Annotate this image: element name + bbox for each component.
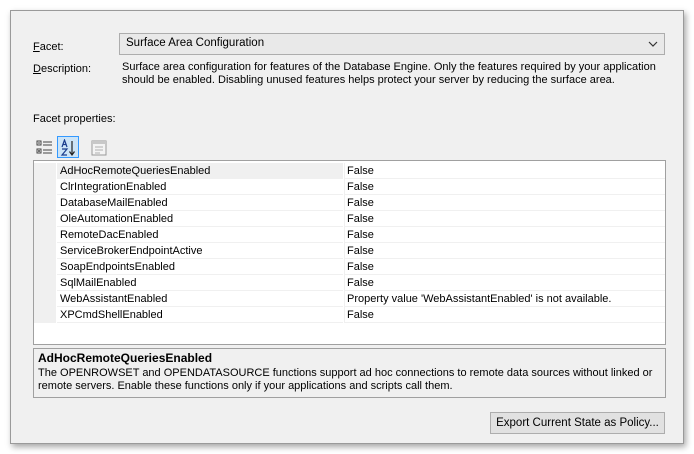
property-row[interactable]: RemoteDacEnabled False: [34, 227, 665, 243]
property-value[interactable]: False: [344, 179, 665, 195]
facet-dropdown[interactable]: Surface Area Configuration: [119, 33, 665, 55]
property-value[interactable]: False: [344, 275, 665, 291]
property-name: ClrIntegrationEnabled: [57, 179, 343, 195]
property-name: ServiceBrokerEndpointActive: [57, 243, 343, 259]
row-gutter: [34, 291, 56, 307]
export-policy-button[interactable]: Export Current State as Policy...: [490, 412, 665, 434]
property-row[interactable]: SoapEndpointsEnabled False: [34, 259, 665, 275]
property-row[interactable]: ClrIntegrationEnabled False: [34, 179, 665, 195]
property-pages-button[interactable]: [87, 136, 109, 158]
description-text: Surface area configuration for features …: [122, 61, 656, 86]
property-row[interactable]: AdHocRemoteQueriesEnabled False: [34, 163, 665, 179]
help-text: The OPENROWSET and OPENDATASOURCE functi…: [38, 367, 653, 392]
property-value[interactable]: False: [344, 307, 665, 323]
categorized-button[interactable]: [33, 136, 55, 158]
facet-dropdown-value: Surface Area Configuration: [126, 37, 265, 49]
property-name: SoapEndpointsEnabled: [57, 259, 343, 275]
export-policy-button-label: Export Current State as Policy...: [496, 417, 659, 429]
property-pages-icon: [91, 140, 107, 156]
property-name: XPCmdShellEnabled: [57, 307, 343, 323]
row-gutter: [34, 275, 56, 291]
chevron-down-icon: [648, 41, 658, 47]
property-value[interactable]: False: [344, 195, 665, 211]
property-row[interactable]: DatabaseMailEnabled False: [34, 195, 665, 211]
facet-dialog: Facet: Surface Area Configuration Descri…: [10, 10, 684, 444]
help-title: AdHocRemoteQueriesEnabled: [38, 351, 213, 365]
alphabetical-button[interactable]: [57, 136, 79, 158]
property-value[interactable]: False: [344, 163, 665, 179]
property-row[interactable]: OleAutomationEnabled False: [34, 211, 665, 227]
facet-properties-label: Facet properties:: [33, 113, 116, 125]
row-gutter: [34, 179, 56, 195]
property-name: OleAutomationEnabled: [57, 211, 343, 227]
property-name: SqlMailEnabled: [57, 275, 343, 291]
categorized-icon: [36, 140, 52, 154]
property-name: RemoteDacEnabled: [57, 227, 343, 243]
row-gutter: [34, 259, 56, 275]
property-name: AdHocRemoteQueriesEnabled: [57, 163, 343, 179]
property-name: WebAssistantEnabled: [57, 291, 343, 307]
property-value[interactable]: False: [344, 227, 665, 243]
property-row[interactable]: SqlMailEnabled False: [34, 275, 665, 291]
row-gutter: [34, 211, 56, 227]
property-value[interactable]: Property value 'WebAssistantEnabled' is …: [344, 291, 665, 307]
property-name: DatabaseMailEnabled: [57, 195, 343, 211]
property-row[interactable]: XPCmdShellEnabled False: [34, 307, 665, 323]
row-gutter: [34, 307, 56, 323]
property-row[interactable]: WebAssistantEnabled Property value 'WebA…: [34, 291, 665, 307]
property-grid: AdHocRemoteQueriesEnabled False ClrInteg…: [33, 160, 666, 345]
property-value[interactable]: False: [344, 243, 665, 259]
row-gutter: [34, 163, 56, 179]
property-value[interactable]: False: [344, 211, 665, 227]
property-help-panel: AdHocRemoteQueriesEnabled The OPENROWSET…: [33, 348, 666, 398]
facet-label: Facet:: [33, 41, 64, 53]
alphabetical-icon: [60, 139, 75, 157]
property-value[interactable]: False: [344, 259, 665, 275]
description-label: Description:: [33, 63, 92, 75]
row-gutter: [34, 243, 56, 259]
row-gutter: [34, 195, 56, 211]
row-gutter: [34, 227, 56, 243]
property-row[interactable]: ServiceBrokerEndpointActive False: [34, 243, 665, 259]
